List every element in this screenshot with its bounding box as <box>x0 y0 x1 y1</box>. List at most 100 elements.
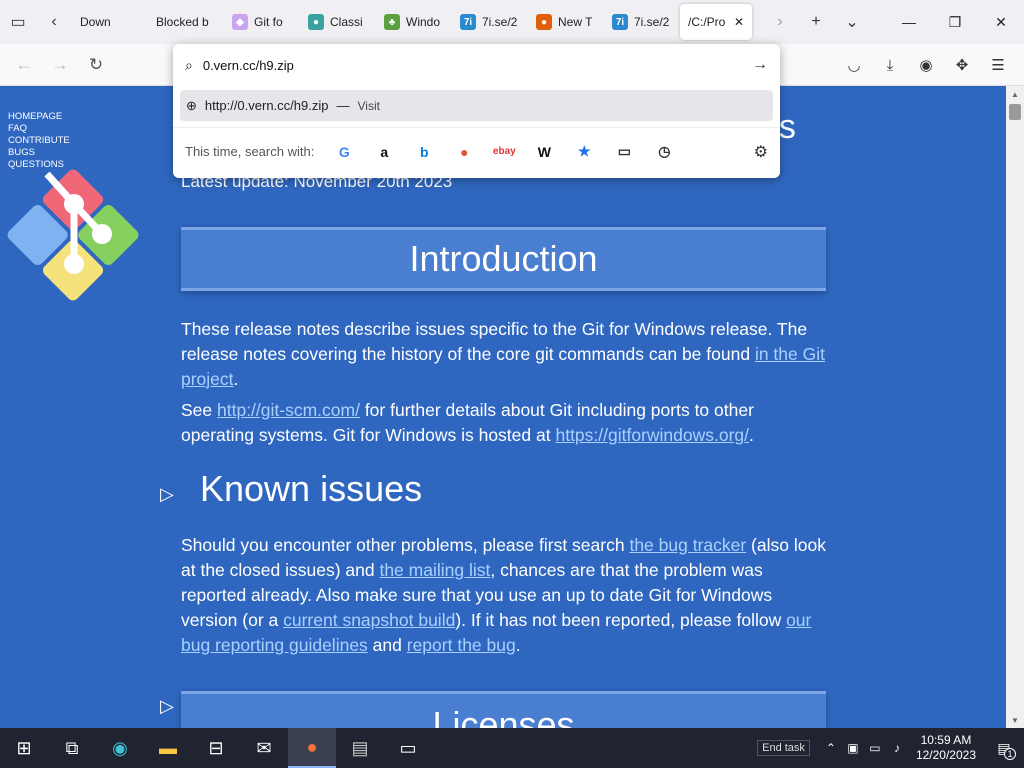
tab-2[interactable]: ◆ Git fo <box>224 4 298 40</box>
tab-label: /C:/Pro <box>688 15 726 29</box>
known-text-d: ). If it has not been reported, please f… <box>455 610 787 630</box>
tabs-icon[interactable]: ▭ <box>604 143 644 160</box>
amazon-icon[interactable]: a <box>364 143 404 160</box>
file-explorer-icon[interactable]: ▬ <box>144 728 192 768</box>
url-bar[interactable]: ⌕ 0.vern.cc/h9.zip → <box>173 44 780 86</box>
tab-list-icon[interactable]: ▭ <box>0 0 36 44</box>
search-engine-row: This time, search with: Ga b ● ebay W ★ ▭ ◷ ⚙ <box>173 127 780 175</box>
system-tray: End task ⌃ ▣ ▭ ♪ 10:59 AM 12/20/2023 ▤ 1 <box>757 728 1024 768</box>
end-task-label[interactable]: End task <box>757 740 810 756</box>
camera-icon[interactable]: ▣ <box>842 741 864 755</box>
bug-tracker-link[interactable]: the bug tracker <box>629 535 746 555</box>
side-nav-item[interactable]: CONTRIBUTE <box>8 135 70 147</box>
tab-label: Classi <box>330 15 363 29</box>
clock-date: 12/20/2023 <box>915 748 976 762</box>
tab-0[interactable]: Down <box>72 4 146 40</box>
minimize-icon[interactable]: — <box>886 0 932 44</box>
introduction-banner: Introduction <box>181 227 826 291</box>
wikipedia-icon[interactable]: W <box>524 143 564 160</box>
url-suggestion[interactable]: ⊕ http://0.vern.cc/h9.zip — Visit <box>180 90 773 121</box>
suggestion-action: Visit <box>357 98 380 113</box>
account-icon[interactable]: ◉ <box>908 47 944 83</box>
tab-1[interactable]: Blocked b <box>148 4 222 40</box>
tab-strip: ▭ ‹ Down Blocked b ◆ Git fo ● Classi ♣ Windo 7i 7… <box>0 0 1024 44</box>
app-icon[interactable]: ▤ <box>336 728 384 768</box>
tab-4[interactable]: ♣ Windo <box>376 4 450 40</box>
expand-triangle-icon[interactable]: ▷ <box>160 696 174 717</box>
go-arrow-icon[interactable]: → <box>752 56 768 74</box>
side-nav: HOMEPAGE FAQ CONTRIBUTE BUGS QUESTIONS <box>8 111 70 171</box>
extensions-icon[interactable]: ✥ <box>944 47 980 83</box>
mailing-list-link[interactable]: the mailing list <box>379 560 490 580</box>
taskbar: ⊞ ⧉ ◉ ▬ ⊟ ✉ ● ▤ ▭ End task ⌃ ▣ ▭ ♪ 10:59… <box>0 728 1024 768</box>
side-nav-item[interactable]: FAQ <box>8 123 70 135</box>
tab-5[interactable]: 7i 7i.se/2 <box>452 4 526 40</box>
known-text-a: Should you encounter other problems, ple… <box>181 535 630 555</box>
side-nav-item[interactable]: HOMEPAGE <box>8 111 70 123</box>
git-scm-link[interactable]: http://git-scm.com/ <box>217 400 360 420</box>
notification-icon[interactable]: ▤ 1 <box>984 728 1024 768</box>
task-view-icon[interactable]: ⧉ <box>48 728 96 768</box>
close-window-icon[interactable]: ✕ <box>978 0 1024 44</box>
url-input[interactable]: 0.vern.cc/h9.zip <box>203 58 294 73</box>
tab-label: Windo <box>406 15 441 29</box>
scrollbar-thumb[interactable] <box>1009 104 1021 120</box>
globe-icon: ⊕ <box>186 97 197 113</box>
history-icon[interactable]: ◷ <box>644 143 684 160</box>
firefox-icon[interactable]: ● <box>288 728 336 768</box>
licenses-banner: Licenses <box>181 691 826 728</box>
google-icon[interactable]: G <box>324 143 364 160</box>
restore-icon[interactable]: ❐ <box>932 0 978 44</box>
terminal-icon[interactable]: ▭ <box>384 728 432 768</box>
vertical-scrollbar[interactable]: ▲ ▼ <box>1006 86 1024 728</box>
mail-icon[interactable]: ✉ <box>240 728 288 768</box>
ebay-icon[interactable]: ebay <box>484 143 524 160</box>
scroll-tabs-right-icon[interactable]: › <box>762 0 798 44</box>
scroll-tabs-left-icon[interactable]: ‹ <box>36 0 72 44</box>
intro-p1-text: These release notes describe issues spec… <box>181 319 808 364</box>
downloads-icon[interactable]: ⤓ <box>872 47 908 83</box>
bookmarks-icon[interactable]: ★ <box>564 143 604 160</box>
side-nav-item[interactable]: BUGS <box>8 147 70 159</box>
suggestion-sep: — <box>336 98 350 113</box>
reload-icon[interactable]: ↻ <box>78 47 114 83</box>
tab-7[interactable]: 7i 7i.se/2 <box>604 4 678 40</box>
volume-icon[interactable]: ♪ <box>886 741 908 755</box>
bing-icon[interactable]: b <box>404 143 444 160</box>
clock[interactable]: 10:59 AM 12/20/2023 <box>908 733 984 763</box>
intro-p1-end: . <box>233 369 239 389</box>
chevron-up-icon[interactable]: ⌃ <box>820 741 842 755</box>
tab-8[interactable]: /C:/Pro ✕ <box>680 4 752 40</box>
list-all-tabs-icon[interactable]: ⌄ <box>834 0 870 44</box>
7i-icon: 7i <box>460 14 476 30</box>
start-icon[interactable]: ⊞ <box>0 728 48 768</box>
scroll-up-icon[interactable]: ▲ <box>1006 86 1024 102</box>
snapshot-build-link[interactable]: current snapshot build <box>283 610 455 630</box>
tab-3[interactable]: ● Classi <box>300 4 374 40</box>
close-tab-icon[interactable]: ✕ <box>734 15 744 29</box>
report-bug-link[interactable]: report the bug <box>407 635 516 655</box>
scroll-down-icon[interactable]: ▼ <box>1006 712 1024 728</box>
tab-6[interactable]: ● New T <box>528 4 602 40</box>
globe-icon: ● <box>308 14 324 30</box>
store-icon[interactable]: ⊟ <box>192 728 240 768</box>
tab-label: New T <box>558 15 593 29</box>
network-icon[interactable]: ▭ <box>864 741 886 755</box>
firefox-icon: ● <box>536 14 552 30</box>
edge-icon[interactable]: ◉ <box>96 728 144 768</box>
new-tab-icon[interactable]: + <box>798 0 834 44</box>
forward-icon[interactable]: → <box>42 47 78 83</box>
gitforwindows-link[interactable]: https://gitforwindows.org/ <box>555 425 749 445</box>
clock-time: 10:59 AM <box>920 733 972 747</box>
intro-p2-end: . <box>749 425 754 445</box>
search-icon: ⌕ <box>185 56 193 73</box>
back-icon[interactable]: ← <box>6 47 42 83</box>
pocket-icon[interactable]: ◡ <box>836 47 872 83</box>
duckduckgo-icon[interactable]: ● <box>444 143 484 160</box>
tab-label: 7i.se/2 <box>634 15 670 29</box>
expand-triangle-icon[interactable]: ▷ <box>160 484 174 505</box>
known-issues-heading: Known issues <box>200 468 423 509</box>
menu-icon[interactable]: ☰ <box>980 47 1016 83</box>
intro-p2-text: See <box>181 400 217 420</box>
search-settings-icon[interactable]: ⚙ <box>754 142 768 162</box>
